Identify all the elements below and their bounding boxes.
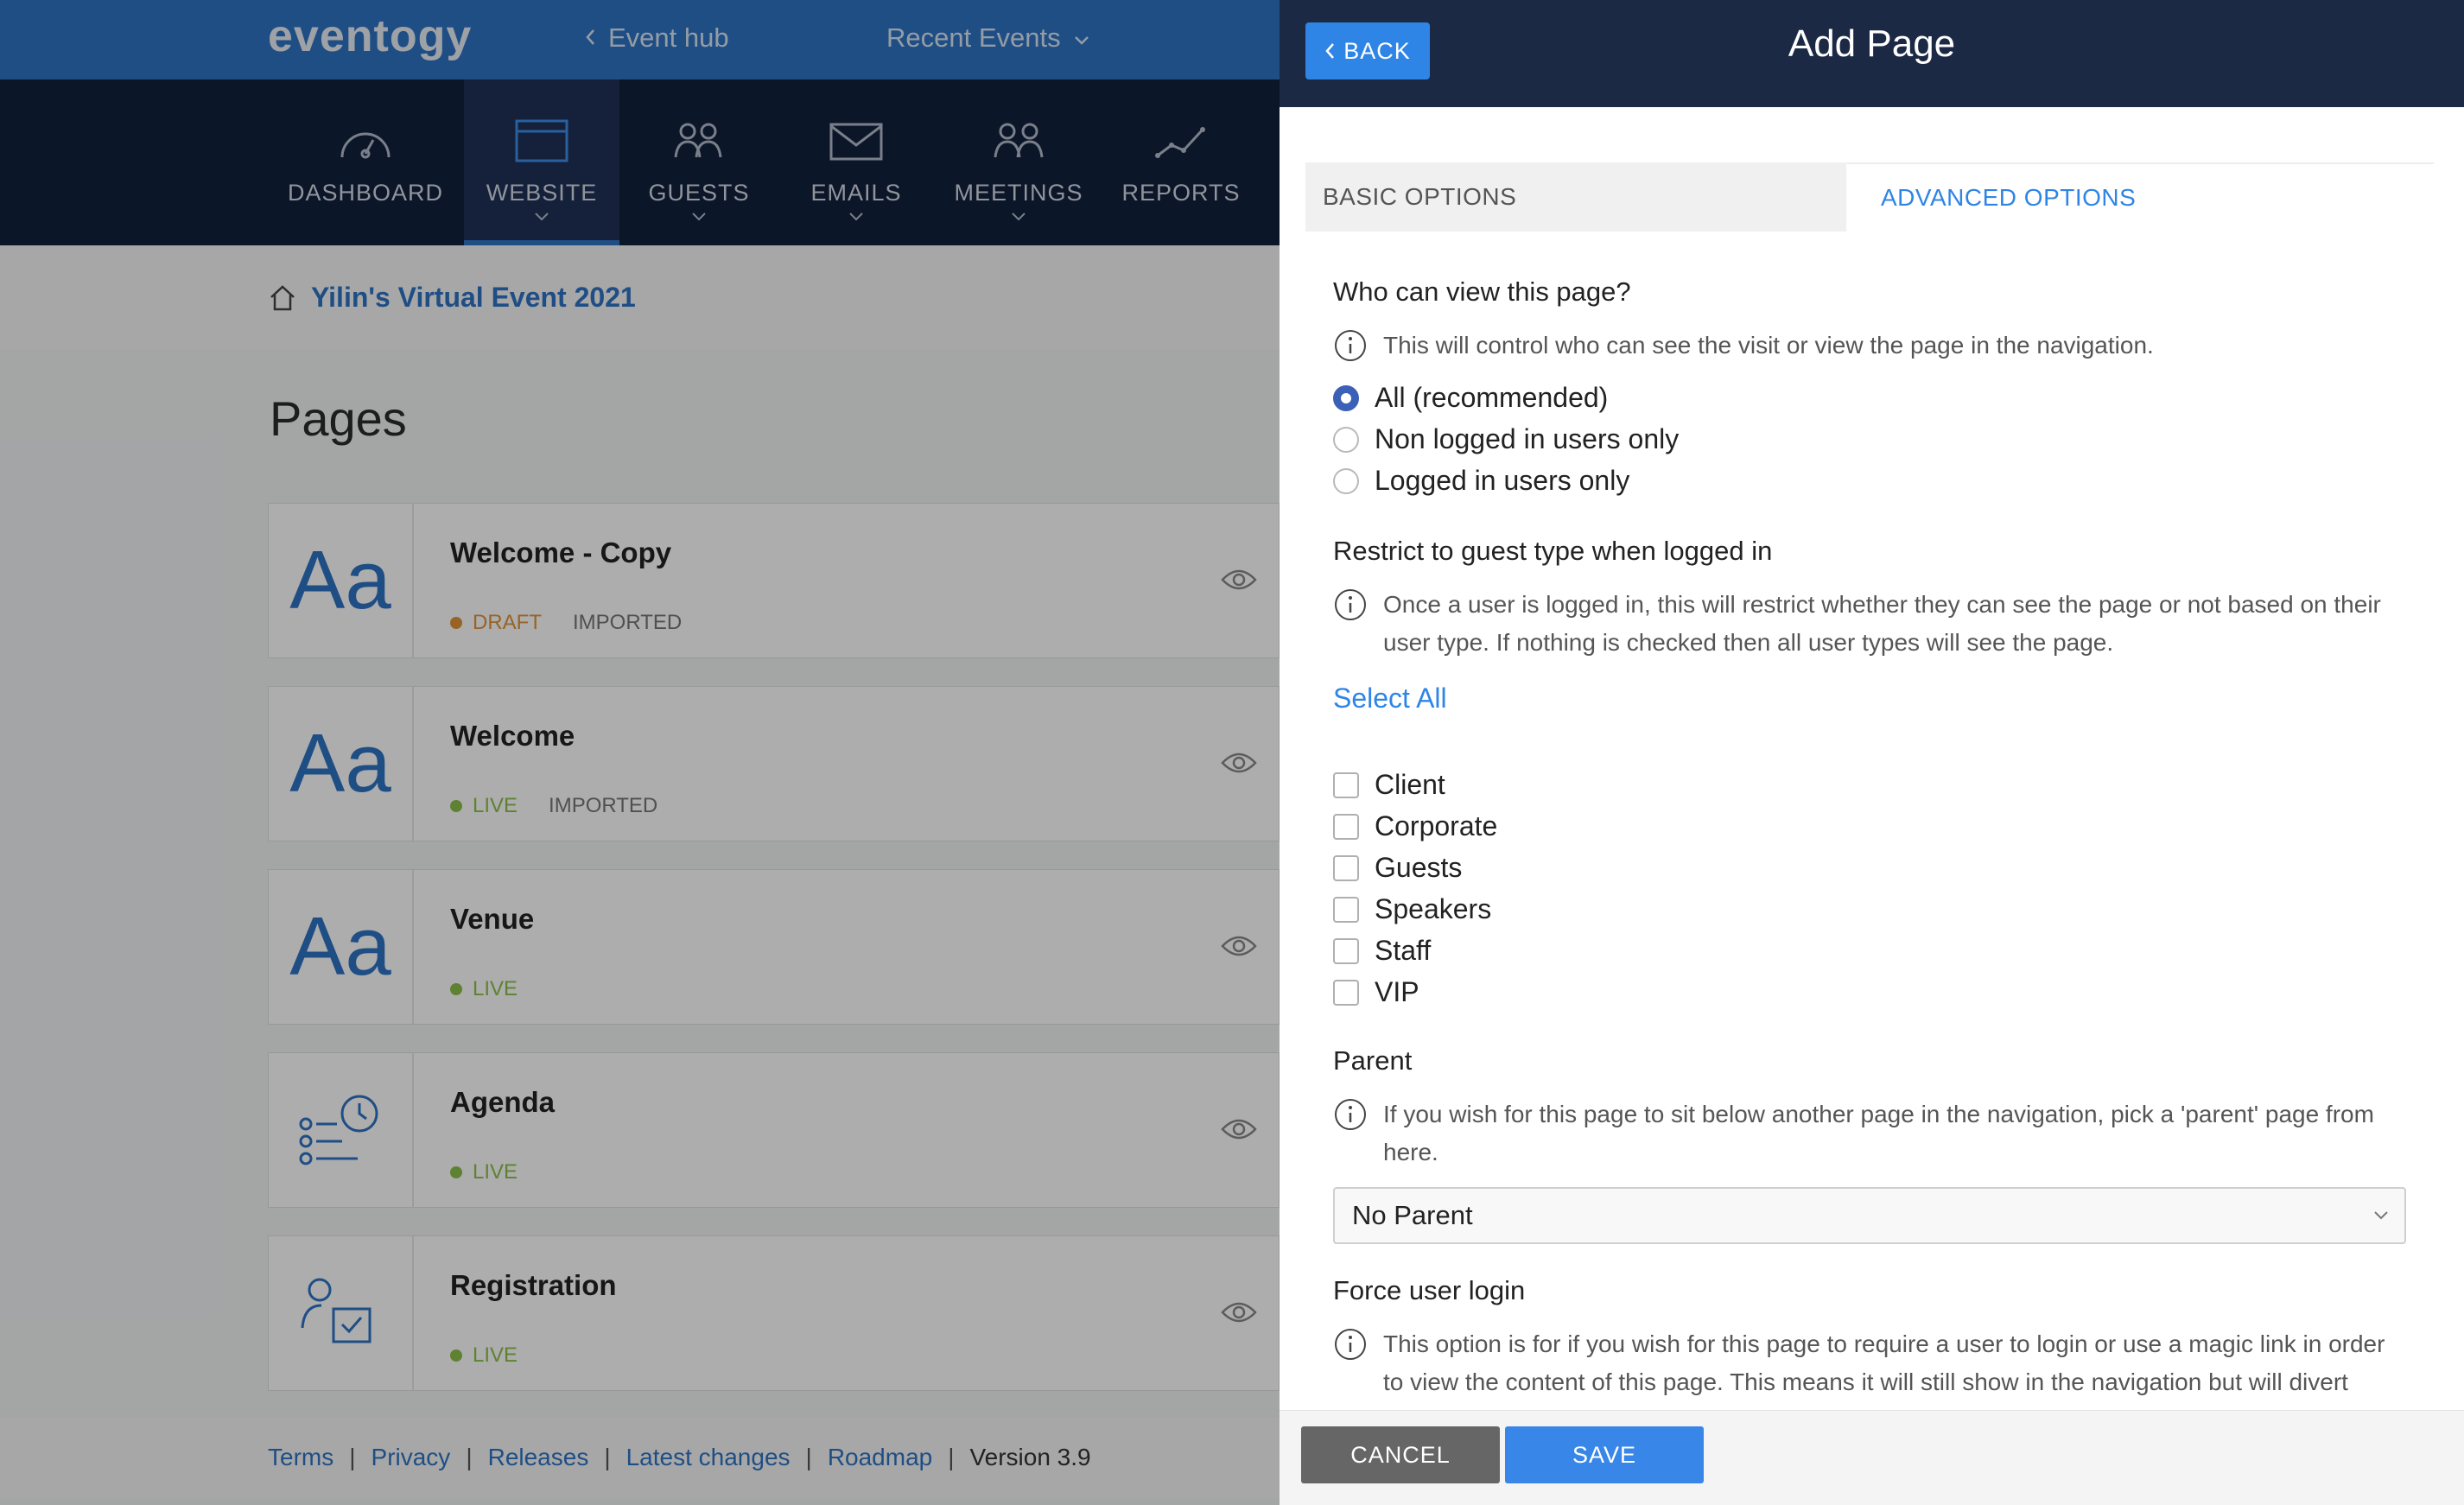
action-bar: CANCEL SAVE — [1280, 1410, 2464, 1505]
parent-info: If you wish for this page to sit below a… — [1333, 1095, 2374, 1172]
radio-all-label: All (recommended) — [1375, 382, 1609, 413]
checkbox-box[interactable] — [1333, 896, 1359, 923]
radio-logged-in-label: Logged in users only — [1375, 465, 1630, 496]
checkbox-guests[interactable]: Guests — [1333, 852, 1462, 884]
force-login-heading: Force user login — [1333, 1275, 1526, 1305]
checkbox-staff-label: Staff — [1375, 935, 1432, 966]
cancel-button[interactable]: CANCEL — [1301, 1426, 1500, 1483]
checkbox-box[interactable] — [1333, 937, 1359, 964]
panel-title: Add Page — [1788, 22, 1956, 65]
force-login-info-line2: to view the content of this page. This m… — [1383, 1368, 2348, 1395]
force-login-info-line1: This option is for if you wish for this … — [1383, 1330, 2385, 1357]
select-all-link[interactable]: Select All — [1333, 683, 1447, 714]
app-background: eventogy Event hub Recent Events DASHBOA… — [0, 0, 1280, 1505]
restrict-info: Once a user is logged in, this will rest… — [1333, 586, 2381, 662]
checkbox-client-label: Client — [1375, 769, 1445, 800]
checkbox-vip[interactable]: VIP — [1333, 976, 1419, 1008]
info-icon — [1335, 1099, 1366, 1130]
who-can-view-heading: Who can view this page? — [1333, 276, 1631, 307]
checkbox-vip-label: VIP — [1375, 976, 1419, 1007]
chevron-down-icon — [2374, 1211, 2388, 1220]
radio-button[interactable] — [1333, 467, 1359, 494]
radio-all[interactable]: All (recommended) — [1333, 382, 1608, 414]
radio-button[interactable] — [1333, 426, 1359, 453]
radio-non-logged-in-label: Non logged in users only — [1375, 423, 1680, 454]
parent-info-line1: If you wish for this page to sit below a… — [1383, 1101, 2374, 1127]
info-icon — [1335, 589, 1366, 620]
restrict-info-line2: user type. If nothing is checked then al… — [1383, 629, 2114, 656]
restrict-heading: Restrict to guest type when logged in — [1333, 536, 1773, 566]
chevron-left-icon — [1325, 43, 1335, 59]
back-button[interactable]: BACK — [1305, 22, 1430, 79]
info-icon — [1335, 1329, 1366, 1360]
panel-header: Add Page BACK — [1280, 0, 2464, 107]
parent-select-value: No Parent — [1352, 1200, 1473, 1230]
radio-logged-in[interactable]: Logged in users only — [1333, 465, 1629, 497]
radio-button-selected[interactable] — [1333, 384, 1359, 411]
parent-select[interactable]: No Parent — [1333, 1187, 2406, 1244]
parent-info-line2: here. — [1383, 1139, 1438, 1165]
checkbox-corporate[interactable]: Corporate — [1333, 810, 1497, 842]
checkbox-box[interactable] — [1333, 813, 1359, 840]
restrict-info-line1: Once a user is logged in, this will rest… — [1383, 591, 2381, 618]
force-login-info: This option is for if you wish for this … — [1333, 1325, 2385, 1401]
radio-non-logged-in[interactable]: Non logged in users only — [1333, 423, 1679, 455]
add-page-panel: Add Page BACK BASIC OPTIONS ADVANCED OPT… — [1280, 0, 2464, 1505]
tab-basic-options[interactable]: BASIC OPTIONS — [1305, 162, 1846, 232]
checkbox-corporate-label: Corporate — [1375, 810, 1498, 841]
checkbox-guests-label: Guests — [1375, 852, 1463, 883]
who-can-view-info-text: This will control who can see the visit … — [1383, 332, 2154, 359]
checkbox-client[interactable]: Client — [1333, 769, 1445, 801]
checkbox-staff[interactable]: Staff — [1333, 935, 1431, 967]
options-tabs: BASIC OPTIONS ADVANCED OPTIONS — [1305, 162, 2434, 232]
back-label: BACK — [1343, 37, 1411, 64]
checkbox-speakers-label: Speakers — [1375, 893, 1492, 924]
checkbox-box[interactable] — [1333, 979, 1359, 1006]
info-icon — [1335, 330, 1366, 361]
modal-overlay[interactable] — [0, 0, 1280, 1505]
checkbox-box[interactable] — [1333, 772, 1359, 798]
save-button[interactable]: SAVE — [1505, 1426, 1704, 1483]
tab-advanced-options[interactable]: ADVANCED OPTIONS — [1846, 162, 2434, 232]
checkbox-speakers[interactable]: Speakers — [1333, 893, 1491, 925]
who-can-view-info: This will control who can see the visit … — [1333, 327, 2154, 365]
checkbox-box[interactable] — [1333, 854, 1359, 881]
parent-heading: Parent — [1333, 1045, 1413, 1076]
